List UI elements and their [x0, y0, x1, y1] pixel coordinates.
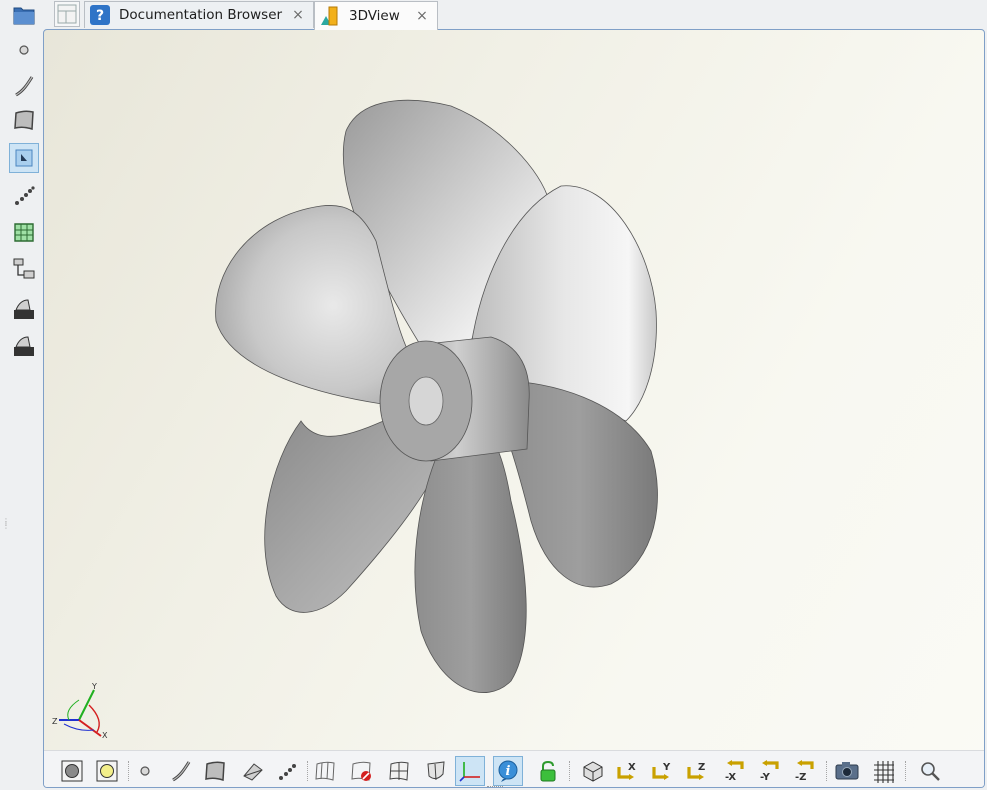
- point-icon[interactable]: [9, 35, 39, 65]
- points-icon[interactable]: [273, 756, 303, 786]
- lock-icon[interactable]: [533, 756, 563, 786]
- toolbar-grip[interactable]: ⋮ ⋮: [2, 518, 10, 540]
- tab-bar: ? Documentation Browser × 3DView ×: [0, 0, 987, 30]
- svg-text:-X: -X: [725, 772, 736, 783]
- shade-toggle-1-icon[interactable]: [9, 294, 39, 324]
- wireframe-icon[interactable]: [310, 756, 340, 786]
- hub-bore: [408, 376, 444, 426]
- svg-text:?: ?: [96, 8, 104, 24]
- view-minus-y-icon[interactable]: -Y: [755, 756, 785, 786]
- propeller-model[interactable]: [44, 30, 985, 750]
- isometric-view-icon[interactable]: [578, 756, 608, 786]
- view-minus-z-icon[interactable]: -Z: [790, 756, 820, 786]
- tab-documentation-browser[interactable]: ? Documentation Browser ×: [84, 1, 314, 28]
- select-face-icon[interactable]: [92, 756, 122, 786]
- svg-text:-Y: -Y: [760, 772, 771, 783]
- axes-icon[interactable]: [455, 756, 485, 786]
- close-icon[interactable]: ×: [291, 8, 305, 22]
- blade-bottom: [414, 445, 527, 693]
- svg-text:-Z: -Z: [795, 772, 806, 783]
- info-icon[interactable]: i: [493, 756, 523, 786]
- shield-icon[interactable]: [421, 756, 451, 786]
- surface-icon[interactable]: [200, 756, 230, 786]
- tab-label: 3DView: [349, 8, 400, 24]
- 3d-viewport[interactable]: Y Z X i X Y Z -X -Y -Z: [43, 29, 985, 788]
- tree-icon[interactable]: [9, 254, 39, 284]
- app-window: ⋮ ⋮ ? Documentation Browser × 3DView × Y…: [0, 0, 987, 790]
- svg-text:X: X: [628, 762, 636, 773]
- panel-resize-grip[interactable]: [487, 786, 503, 790]
- axis-y-label: Y: [91, 682, 97, 691]
- zoom-icon[interactable]: [915, 756, 945, 786]
- curve-icon[interactable]: [166, 756, 196, 786]
- view-y-icon[interactable]: Y: [647, 756, 677, 786]
- section-icon[interactable]: [384, 756, 414, 786]
- tab-3dview[interactable]: 3DView ×: [314, 1, 438, 30]
- view-x-icon[interactable]: X: [612, 756, 642, 786]
- layout-icon[interactable]: [54, 1, 80, 27]
- help-icon: ?: [89, 4, 111, 26]
- close-icon[interactable]: ×: [415, 9, 429, 23]
- view-minus-x-icon[interactable]: -X: [720, 756, 750, 786]
- svg-text:i: i: [506, 764, 511, 779]
- plane-icon[interactable]: [238, 756, 268, 786]
- view-z-icon[interactable]: Z: [682, 756, 712, 786]
- axis-x-label: X: [102, 731, 108, 740]
- select-object-icon[interactable]: [57, 756, 87, 786]
- curve-icon[interactable]: [9, 71, 39, 101]
- surface-patch-icon[interactable]: [9, 217, 39, 247]
- shade-toggle-2-icon[interactable]: [9, 331, 39, 361]
- axis-triad: Y Z X: [52, 682, 108, 740]
- surface-icon[interactable]: [9, 105, 39, 135]
- camera-icon[interactable]: [832, 756, 862, 786]
- left-toolbar: ⋮ ⋮: [0, 0, 44, 790]
- hide-icon[interactable]: [346, 756, 376, 786]
- svg-text:Z: Z: [698, 762, 705, 773]
- view-toolbar: i X Y Z -X -Y -Z: [44, 750, 984, 787]
- tab-label: Documentation Browser: [119, 7, 283, 23]
- point-cloud-icon[interactable]: [9, 181, 39, 211]
- select-mode-icon[interactable]: [9, 143, 39, 173]
- grid-icon[interactable]: [869, 756, 899, 786]
- axis-z-label: Z: [52, 717, 58, 726]
- 3dview-icon: [319, 5, 341, 27]
- point-icon[interactable]: [130, 756, 160, 786]
- svg-text:Y: Y: [662, 762, 671, 773]
